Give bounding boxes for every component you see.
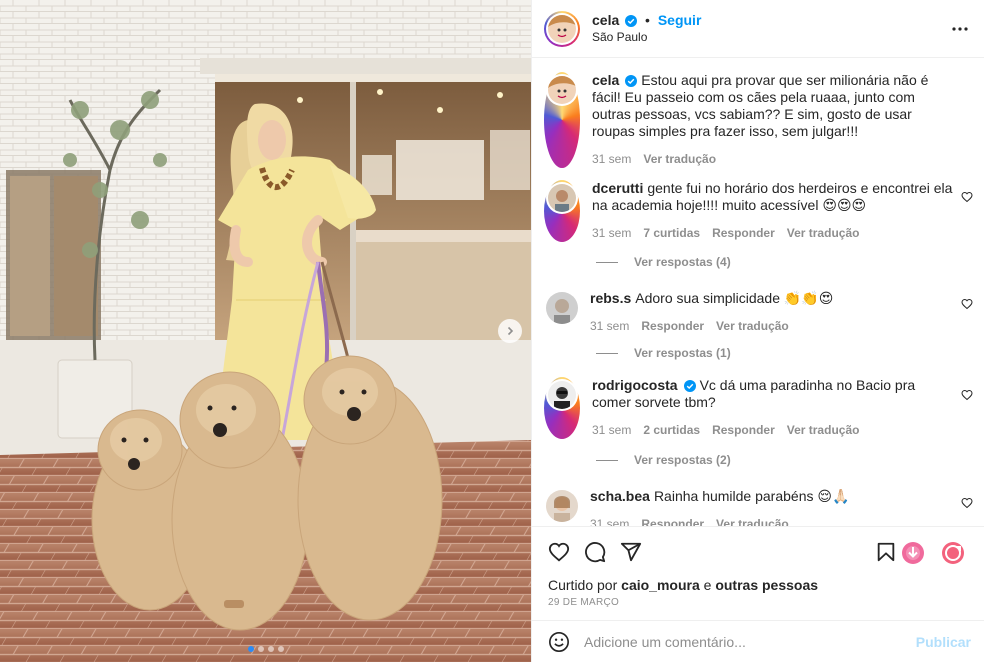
heart-icon[interactable] xyxy=(961,298,973,310)
carousel-dot xyxy=(277,646,284,652)
comment-username[interactable]: rodrigocosta xyxy=(592,377,678,393)
comment-input[interactable] xyxy=(584,633,894,650)
comment-likes[interactable]: 7 curtidas xyxy=(643,225,700,242)
view-replies-label: Ver respostas (2) xyxy=(634,453,731,467)
comment-time[interactable]: 31 sem xyxy=(592,422,631,439)
comment-avatar-ring[interactable] xyxy=(544,180,580,242)
reply-button[interactable]: Responder xyxy=(712,422,775,439)
refresh-badge-icon[interactable] xyxy=(941,541,965,565)
post-side-panel: cela • Seguir São Paulo cela Estou aqui … xyxy=(531,0,984,662)
comment-translate[interactable]: Ver tradução xyxy=(716,318,789,335)
reply-button[interactable]: Responder xyxy=(641,318,704,335)
view-replies[interactable]: Ver respostas (2) xyxy=(596,453,731,467)
comment-icon[interactable] xyxy=(584,541,606,563)
caption: cela Estou aqui pra provar que ser milion… xyxy=(544,72,984,168)
comment-likes[interactable]: 2 curtidas xyxy=(643,422,700,439)
view-replies[interactable]: Ver respostas (1) xyxy=(596,346,731,360)
comments-list[interactable]: cela Estou aqui pra provar que ser milion… xyxy=(532,58,984,526)
post-actions: Curtido por caio_moura e outras pessoas … xyxy=(532,526,984,620)
carousel-dot xyxy=(267,646,274,652)
add-comment-bar: Publicar xyxy=(532,620,984,662)
avatar xyxy=(548,184,576,212)
reply-button[interactable]: Responder xyxy=(641,516,704,526)
post-date[interactable]: 29 DE MARÇO xyxy=(548,597,619,608)
next-photo-button[interactable] xyxy=(498,319,522,343)
comment-time[interactable]: 31 sem xyxy=(590,318,629,335)
chevron-right-icon xyxy=(507,326,514,336)
publish-button[interactable]: Publicar xyxy=(916,634,971,650)
carousel-dots xyxy=(0,646,531,652)
download-badge-icon[interactable] xyxy=(901,541,925,565)
post-modal: cela • Seguir São Paulo cela Estou aqui … xyxy=(0,0,984,662)
post-header: cela • Seguir São Paulo xyxy=(532,0,984,58)
liked-by: Curtido por caio_moura e outras pessoas xyxy=(548,577,818,593)
carousel-dot xyxy=(257,646,264,652)
comment-time[interactable]: 31 sem xyxy=(590,516,629,526)
comment-item: rodrigocosta Vc dá uma paradinha no Bacio… xyxy=(544,377,984,439)
heart-icon[interactable] xyxy=(961,389,973,401)
comment-text: gente fui no horário dos herdeiros e enc… xyxy=(592,180,953,213)
verified-badge-icon xyxy=(683,380,696,392)
comment-avatar-ring[interactable] xyxy=(544,377,580,439)
comment-item: rebs.s Adoro sua simplicidade 👏👏😍 31 sem … xyxy=(544,290,984,335)
header-avatar-ring[interactable] xyxy=(544,10,580,47)
header-separator: • xyxy=(645,11,650,28)
comment-username[interactable]: rebs.s xyxy=(590,290,631,306)
comment-time[interactable]: 31 sem xyxy=(592,225,631,242)
comment-username[interactable]: dcerutti xyxy=(592,180,643,196)
bookmark-icon[interactable] xyxy=(875,541,897,563)
location-link[interactable]: São Paulo xyxy=(592,29,701,46)
heart-icon[interactable] xyxy=(548,541,570,563)
comment-translate[interactable]: Ver tradução xyxy=(787,422,860,439)
comment-text: Rainha humilde parabéns 😌🙏🏻 xyxy=(653,488,850,504)
header-username[interactable]: cela xyxy=(592,12,619,28)
avatar xyxy=(548,76,576,104)
caption-time[interactable]: 31 sem xyxy=(592,151,631,168)
view-replies-label: Ver respostas (1) xyxy=(634,346,731,360)
more-horizontal-icon[interactable] xyxy=(951,20,969,38)
comment-username[interactable]: scha.bea xyxy=(590,488,650,504)
comment-avatar-wrap[interactable] xyxy=(544,290,580,335)
avatar xyxy=(546,292,578,324)
heart-icon[interactable] xyxy=(961,191,973,203)
photo-scene xyxy=(0,0,531,662)
caption-avatar-ring[interactable] xyxy=(544,72,580,168)
caption-translate[interactable]: Ver tradução xyxy=(643,151,716,168)
liked-by-prefix: Curtido por xyxy=(548,577,618,593)
comment-text: Adoro sua simplicidade 👏👏😍 xyxy=(635,290,834,306)
caption-username[interactable]: cela xyxy=(592,72,619,88)
avatar xyxy=(546,490,578,522)
avatar xyxy=(548,381,576,409)
comment-avatar-wrap[interactable] xyxy=(544,488,580,526)
comment-translate[interactable]: Ver tradução xyxy=(716,516,789,526)
liked-by-user[interactable]: caio_moura xyxy=(621,577,700,593)
comment-translate[interactable]: Ver tradução xyxy=(787,225,860,242)
liked-by-conj: e xyxy=(703,577,712,593)
verified-badge-icon xyxy=(625,75,638,87)
paper-plane-icon[interactable] xyxy=(620,541,642,563)
comment-item: scha.bea Rainha humilde parabéns 😌🙏🏻 31 s… xyxy=(544,488,984,526)
avatar xyxy=(548,14,576,43)
view-replies[interactable]: Ver respostas (4) xyxy=(596,255,731,269)
follow-button[interactable]: Seguir xyxy=(658,12,702,28)
heart-icon[interactable] xyxy=(961,497,973,509)
reply-button[interactable]: Responder xyxy=(712,225,775,242)
verified-badge-icon xyxy=(625,14,638,27)
caption-text: Estou aqui pra provar que ser milionária… xyxy=(592,72,929,139)
smiley-icon[interactable] xyxy=(548,631,570,653)
comment-item: dcerutti gente fui no horário dos herdeir… xyxy=(544,180,984,242)
post-photo[interactable] xyxy=(0,0,531,662)
view-replies-label: Ver respostas (4) xyxy=(634,255,731,269)
carousel-dot xyxy=(247,646,254,652)
liked-by-others[interactable]: outras pessoas xyxy=(715,577,818,593)
